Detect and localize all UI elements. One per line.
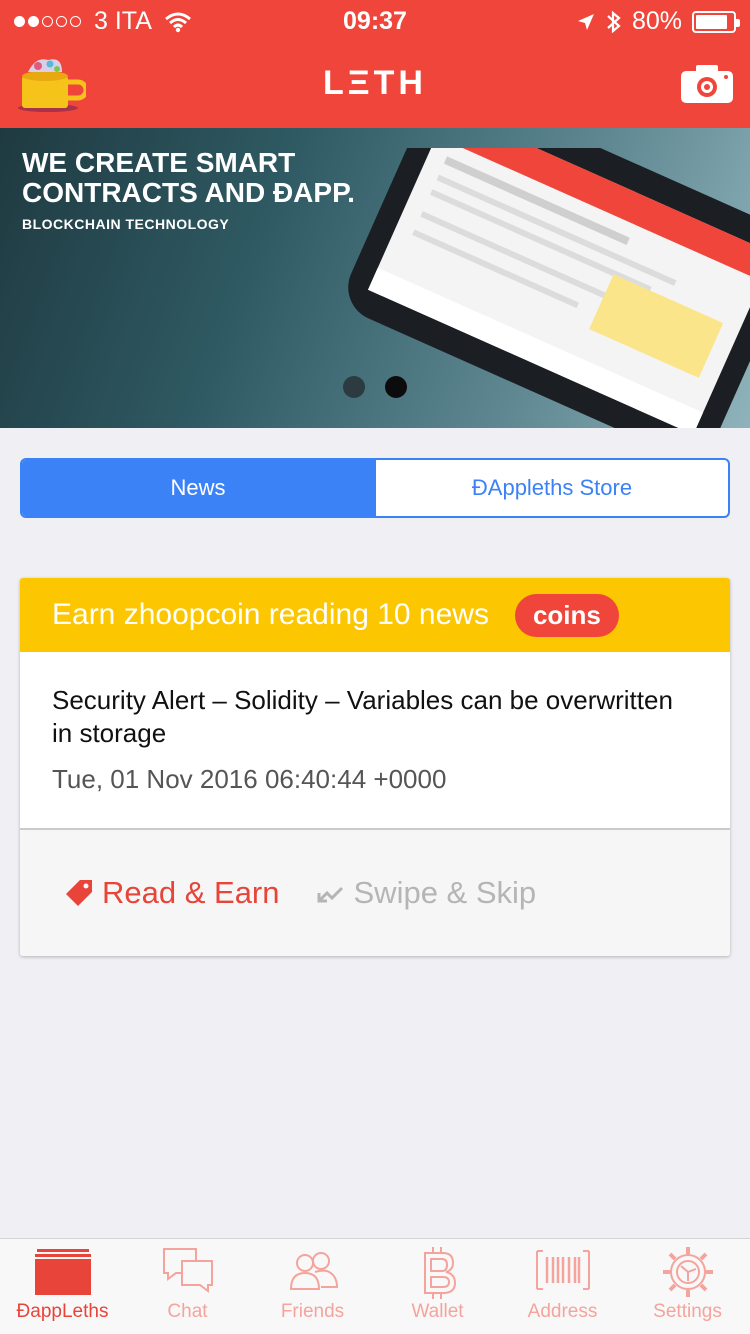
bitcoin-icon — [423, 1247, 456, 1299]
read-earn-label: Read & Earn — [102, 875, 280, 910]
pager-dot-1[interactable] — [343, 376, 365, 398]
swipe-skip-label: Swipe & Skip — [353, 875, 537, 910]
friends-icon — [289, 1252, 338, 1290]
tab-label-dappleths: ĐappLeths — [16, 1301, 109, 1322]
card-actions: Read & Earn Swipe & Skip — [20, 830, 730, 956]
promo-header: Earn zhoopcoin reading 10 news coins — [20, 578, 730, 652]
tab-dappleths[interactable]: ĐappLeths — [0, 1239, 125, 1334]
tab-dappleths-store[interactable]: ĐAppleths Store — [374, 460, 728, 516]
top-bar: 3 ITA 09:37 80% LΞTH — [0, 0, 750, 128]
tab-address[interactable]: Address — [500, 1239, 625, 1334]
tab-wallet[interactable]: Wallet — [375, 1239, 500, 1334]
promo-text: Earn zhoopcoin reading 10 news — [52, 598, 489, 631]
location-arrow-icon — [577, 13, 594, 30]
status-right: 80% — [566, 7, 740, 36]
tab-label-wallet: Wallet — [411, 1301, 464, 1322]
banner-headline: WE CREATE SMART CONTRACTS AND ĐAPP. — [22, 147, 355, 208]
camera-icon[interactable] — [680, 64, 734, 104]
promo-banner[interactable]: WE CREATE SMART CONTRACTS AND ĐAPP. BLOC… — [0, 128, 750, 428]
nav-bar: LΞTH — [0, 40, 750, 128]
tab-label-settings: Settings — [653, 1301, 722, 1322]
tab-bar: ĐappLeths Chat Friends Wallet Address Se… — [0, 1238, 750, 1334]
tab-label-address: Address — [527, 1301, 598, 1322]
app-title: LΞTH — [323, 64, 427, 102]
article-date: Tue, 01 Nov 2016 06:40:44 +0000 — [52, 764, 447, 794]
battery-icon — [692, 10, 740, 33]
tab-chat[interactable]: Chat — [125, 1239, 250, 1334]
tab-label-chat: Chat — [167, 1301, 208, 1322]
tab-friends[interactable]: Friends — [250, 1239, 375, 1334]
tab-news[interactable]: News — [22, 460, 374, 516]
read-earn-button[interactable]: Read & Earn — [64, 875, 280, 911]
article[interactable]: Security Alert – Solidity – Variables ca… — [20, 652, 730, 830]
tag-icon — [66, 880, 92, 906]
swipe-arrow-icon — [317, 886, 343, 903]
tab-label-friends: Friends — [280, 1301, 345, 1322]
coins-badge[interactable]: coins — [514, 593, 619, 637]
banner-pager — [0, 376, 750, 398]
tab-settings[interactable]: Settings — [625, 1239, 750, 1334]
bluetooth-icon — [607, 10, 621, 33]
barcode-icon — [535, 1250, 590, 1290]
gear-icon — [662, 1247, 713, 1297]
status-bar: 3 ITA 09:37 80% — [0, 0, 750, 40]
battery-percent: 80% — [631, 7, 682, 35]
swipe-skip-button[interactable]: Swipe & Skip — [316, 875, 537, 911]
segmented-control: News ĐAppleths Store — [20, 458, 730, 518]
chat-icon — [162, 1248, 213, 1293]
pager-dot-2[interactable] — [385, 376, 407, 398]
banner-subheadline: BLOCKCHAIN TECHNOLOGY — [22, 216, 230, 232]
article-title: Security Alert – Solidity – Variables ca… — [52, 685, 673, 748]
dappleths-icon — [34, 1249, 91, 1295]
news-card: Earn zhoopcoin reading 10 news coins Sec… — [20, 578, 730, 956]
